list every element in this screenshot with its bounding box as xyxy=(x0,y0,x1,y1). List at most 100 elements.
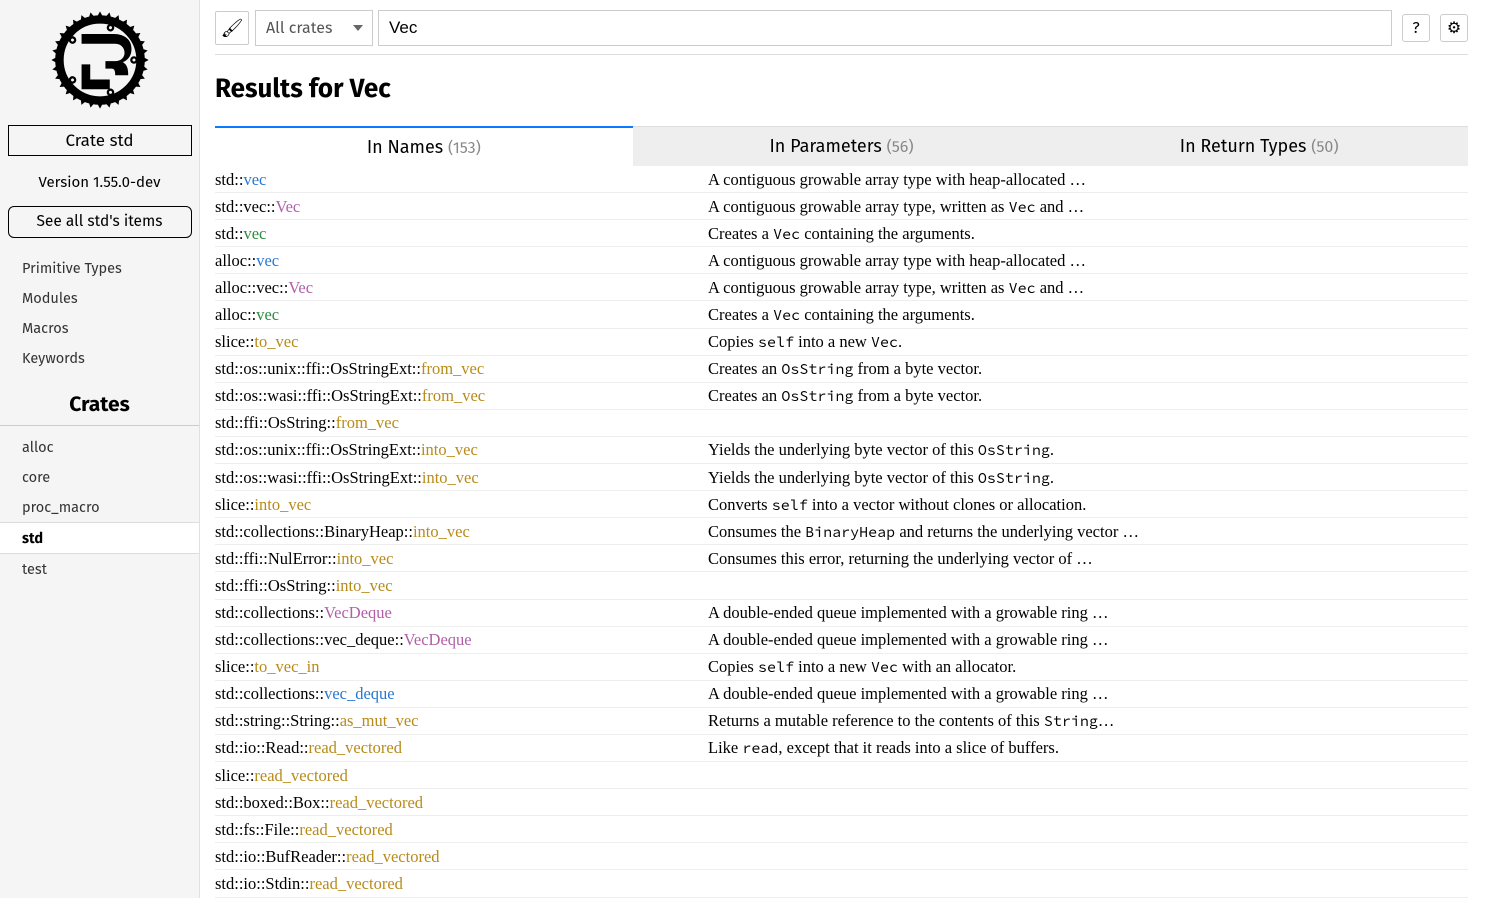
result-row[interactable]: std::os::unix::ffi::OsStringExt::into_ve… xyxy=(215,437,1468,464)
result-path: std::os::unix::ffi::OsStringExt::into_ve… xyxy=(215,438,708,461)
crates-list: alloccoreproc_macrostdtest xyxy=(0,432,199,584)
result-row[interactable]: slice::into_vecConverts self into a vect… xyxy=(215,491,1468,518)
result-path: std::collections::vec_deque xyxy=(215,682,708,705)
result-row[interactable]: std::os::unix::ffi::OsStringExt::from_ve… xyxy=(215,356,1468,383)
result-row[interactable]: std::collections::vec_deque::VecDequeA d… xyxy=(215,627,1468,654)
result-row[interactable]: std::string::String::as_mut_vecReturns a… xyxy=(215,708,1468,735)
crate-select[interactable]: All crates xyxy=(255,10,373,46)
result-path: alloc::vec xyxy=(215,249,708,272)
see-all-items-button[interactable]: See all std's items xyxy=(8,206,192,238)
result-description: A double-ended queue implemented with a … xyxy=(708,628,1468,651)
result-description: Copies self into a new Vec with an alloc… xyxy=(708,655,1468,678)
result-description: Creates an OsString from a byte vector. xyxy=(708,357,1468,380)
result-path: std::vec::Vec xyxy=(215,195,708,218)
help-button[interactable]: ? xyxy=(1402,14,1430,42)
result-path: alloc::vec::Vec xyxy=(215,276,708,299)
result-path: alloc::vec xyxy=(215,303,708,326)
result-description xyxy=(708,872,1468,895)
result-row[interactable]: std::collections::VecDequeA double-ended… xyxy=(215,600,1468,627)
results-tabs: In Names (153)In Parameters (56)In Retur… xyxy=(215,126,1468,166)
result-description: Consumes this error, returning the under… xyxy=(708,547,1468,570)
result-row[interactable]: std::ffi::OsString::from_vec xyxy=(215,410,1468,437)
result-path: std::os::wasi::ffi::OsStringExt::from_ve… xyxy=(215,384,708,407)
result-row[interactable]: std::boxed::Box::read_vectored xyxy=(215,789,1468,816)
result-description xyxy=(708,845,1468,868)
result-path: std::string::String::as_mut_vec xyxy=(215,709,708,732)
sidebar-nav-item[interactable]: Macros xyxy=(0,313,199,343)
sidebar-nav-item[interactable]: Primitive Types xyxy=(0,253,199,283)
result-description: Like read, except that it reads into a s… xyxy=(708,736,1468,759)
result-row[interactable]: std::collections::BinaryHeap::into_vecCo… xyxy=(215,518,1468,545)
result-row[interactable]: alloc::vecCreates a Vec containing the a… xyxy=(215,301,1468,328)
result-description: Creates a Vec containing the arguments. xyxy=(708,222,1468,245)
result-description: A contiguous growable array type with he… xyxy=(708,249,1468,272)
result-description xyxy=(708,411,1468,434)
result-path: std::os::unix::ffi::OsStringExt::from_ve… xyxy=(215,357,708,380)
sidebar-crate-item[interactable]: core xyxy=(0,462,199,492)
results-tab[interactable]: In Parameters (56) xyxy=(633,126,1051,166)
results-title: Results for Vec xyxy=(215,73,1468,104)
result-path: slice::into_vec xyxy=(215,493,708,516)
result-description: A contiguous growable array type, writte… xyxy=(708,276,1468,299)
sidebar-crate-item[interactable]: std xyxy=(0,522,199,554)
result-row[interactable]: std::io::BufReader::read_vectored xyxy=(215,843,1468,870)
rust-logo-icon xyxy=(50,10,150,110)
result-description xyxy=(708,764,1468,787)
result-row[interactable]: std::io::Read::read_vectoredLike read, e… xyxy=(215,735,1468,762)
result-row[interactable]: slice::to_vec_inCopies self into a new V… xyxy=(215,654,1468,681)
result-row[interactable]: std::vecCreates a Vec containing the arg… xyxy=(215,220,1468,247)
result-path: std::vec xyxy=(215,222,708,245)
result-row[interactable]: alloc::vec::VecA contiguous growable arr… xyxy=(215,274,1468,301)
result-row[interactable]: std::fs::File::read_vectored xyxy=(215,816,1468,843)
result-row[interactable]: std::os::wasi::ffi::OsStringExt::into_ve… xyxy=(215,464,1468,491)
gear-icon: ⚙ xyxy=(1447,18,1461,38)
result-description xyxy=(708,791,1468,814)
result-path: std::boxed::Box::read_vectored xyxy=(215,791,708,814)
result-row[interactable]: std::vecA contiguous growable array type… xyxy=(215,166,1468,193)
results-tab[interactable]: In Names (153) xyxy=(215,126,633,166)
sidebar-nav-item[interactable]: Keywords xyxy=(0,343,199,373)
sidebar-crate-item[interactable]: proc_macro xyxy=(0,492,199,522)
result-path: std::io::Read::read_vectored xyxy=(215,736,708,759)
divider xyxy=(0,425,199,426)
result-row[interactable]: std::os::wasi::ffi::OsStringExt::from_ve… xyxy=(215,383,1468,410)
nav-list: Primitive TypesModulesMacrosKeywords xyxy=(0,253,199,373)
theme-picker-button[interactable]: 🖌 xyxy=(215,11,249,45)
result-row[interactable]: std::collections::vec_dequeA double-ende… xyxy=(215,681,1468,708)
main-content: 🖌 All crates ? ⚙ Results for Vec In Name… xyxy=(200,0,1488,898)
crate-title-box[interactable]: Crate std xyxy=(8,125,192,156)
result-description: Creates a Vec containing the arguments. xyxy=(708,303,1468,326)
brush-icon: 🖌 xyxy=(221,17,244,39)
search-input[interactable] xyxy=(378,10,1392,46)
result-path: std::io::BufReader::read_vectored xyxy=(215,845,708,868)
settings-button[interactable]: ⚙ xyxy=(1440,14,1468,42)
result-description: A contiguous growable array type with he… xyxy=(708,168,1468,191)
result-description: Yields the underlying byte vector of thi… xyxy=(708,438,1468,461)
sidebar-crate-item[interactable]: test xyxy=(0,554,199,584)
result-row[interactable]: slice::read_vectored xyxy=(215,762,1468,789)
sidebar-crate-item[interactable]: alloc xyxy=(0,432,199,462)
result-row[interactable]: std::vec::VecA contiguous growable array… xyxy=(215,193,1468,220)
rust-logo[interactable] xyxy=(50,10,150,115)
result-path: std::ffi::NulError::into_vec xyxy=(215,547,708,570)
result-path: std::vec xyxy=(215,168,708,191)
result-row[interactable]: std::ffi::NulError::into_vecConsumes thi… xyxy=(215,545,1468,572)
result-path: std::ffi::OsString::into_vec xyxy=(215,574,708,597)
result-row[interactable]: alloc::vecA contiguous growable array ty… xyxy=(215,247,1468,274)
result-row[interactable]: std::io::Stdin::read_vectored xyxy=(215,870,1468,897)
result-description: Copies self into a new Vec. xyxy=(708,330,1468,353)
divider xyxy=(215,54,1468,55)
result-description: A double-ended queue implemented with a … xyxy=(708,682,1468,705)
result-description: Yields the underlying byte vector of thi… xyxy=(708,466,1468,489)
results-list: std::vecA contiguous growable array type… xyxy=(215,166,1468,898)
result-path: slice::to_vec_in xyxy=(215,655,708,678)
result-path: std::fs::File::read_vectored xyxy=(215,818,708,841)
result-description: Converts self into a vector without clon… xyxy=(708,493,1468,516)
result-path: std::ffi::OsString::from_vec xyxy=(215,411,708,434)
sidebar-nav-item[interactable]: Modules xyxy=(0,283,199,313)
result-row[interactable]: slice::to_vecCopies self into a new Vec. xyxy=(215,329,1468,356)
result-path: std::collections::VecDeque xyxy=(215,601,708,624)
results-tab[interactable]: In Return Types (50) xyxy=(1050,126,1468,166)
topbar: 🖌 All crates ? ⚙ xyxy=(215,10,1468,46)
result-row[interactable]: std::ffi::OsString::into_vec xyxy=(215,572,1468,599)
